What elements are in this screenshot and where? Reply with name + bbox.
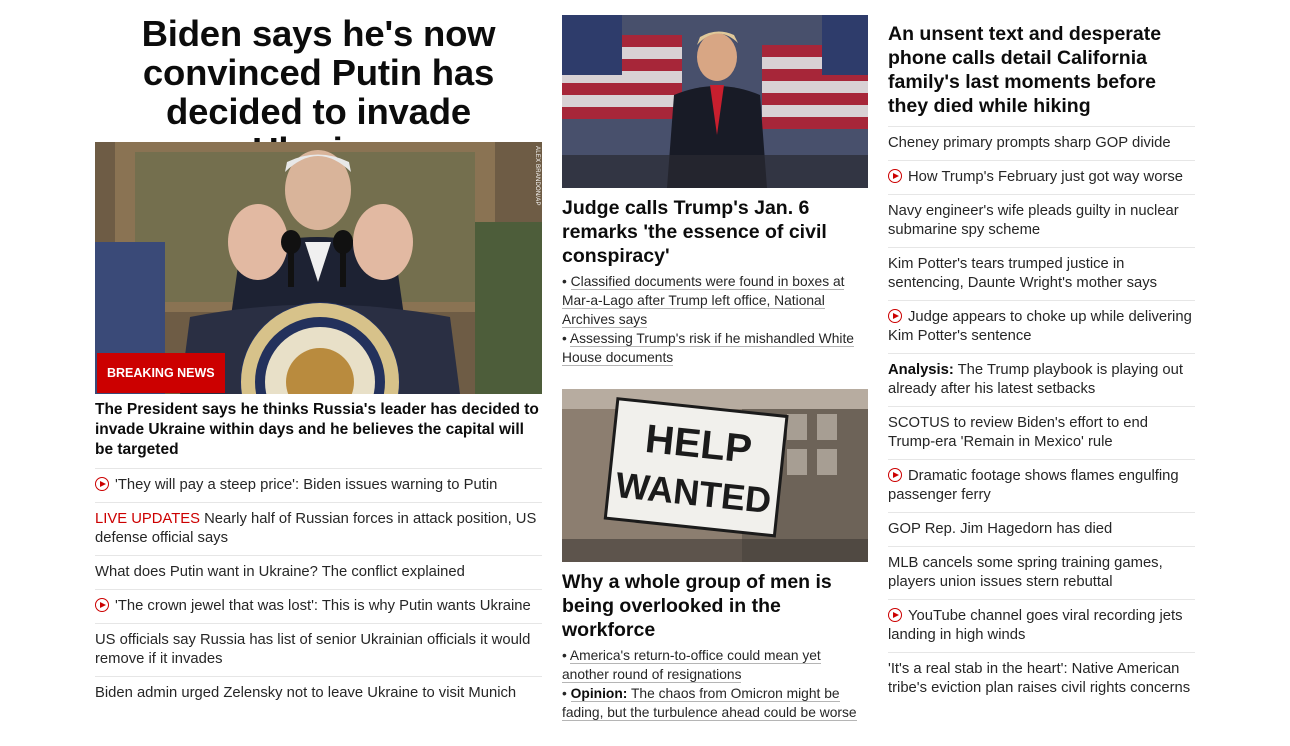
play-video-icon [95,477,109,491]
list-item-text: Navy engineer's wife pleads guilty in nu… [888,203,1179,238]
play-video-icon [95,598,109,612]
play-video-icon [888,608,902,622]
list-item-text: Cheney primary prompts sharp GOP divide [888,135,1171,151]
related-link[interactable]: Classified documents were found in boxes… [562,274,845,328]
list-item[interactable]: LIVE UPDATES Nearly half of Russian forc… [95,502,542,555]
list-item[interactable]: Kim Potter's tears trumped justice in se… [888,247,1195,300]
list-item-text: MLB cancels some spring training games, … [888,555,1163,590]
list-item[interactable]: US officials say Russia has list of seni… [95,623,542,676]
list-item-text: What does Putin want in Ukraine? The con… [95,564,465,580]
list-item[interactable]: YouTube channel goes viral recording jet… [888,599,1195,652]
list-item-text: GOP Rep. Jim Hagedorn has died [888,521,1113,537]
play-video-icon [888,468,902,482]
list-item[interactable]: SCOTUS to review Biden's effort to end T… [888,406,1195,459]
list-item[interactable]: How Trump's February just got way worse [888,160,1195,194]
related-link[interactable]: America's return-to-office could mean ye… [562,648,821,683]
list-item-text: 'The crown jewel that was lost': This is… [115,598,531,614]
list-item[interactable]: Analysis: The Trump playbook is playing … [888,353,1195,406]
list-item[interactable]: What does Putin want in Ukraine? The con… [95,555,542,589]
live-updates-label: LIVE UPDATES [95,511,200,527]
list-item[interactable]: Judge appears to choke up while deliveri… [888,300,1195,353]
list-item[interactable]: • Opinion: The chaos from Omicron might … [562,684,868,722]
workforce-story-headline[interactable]: Why a whole group of men is being overlo… [562,570,868,642]
trump-flags-photo [562,15,868,188]
play-video-icon [888,169,902,183]
list-item-text: Biden admin urged Zelensky not to leave … [95,685,517,701]
headline-list: Cheney primary prompts sharp GOP divide … [888,126,1195,705]
analysis-label: Analysis: [888,362,954,378]
list-item-text: US officials say Russia has list of seni… [95,632,531,667]
list-item-text: Kim Potter's tears trumped justice in se… [888,256,1158,291]
hiking-story-headline[interactable]: An unsent text and desperate phone calls… [888,22,1195,118]
list-item-text: 'They will pay a steep price': Biden iss… [115,477,498,493]
list-item[interactable]: 'They will pay a steep price': Biden iss… [95,468,542,502]
hero-image[interactable]: ALEX BRANDON/AP BREAKING NEWS [95,142,542,394]
list-item-text: SCOTUS to review Biden's effort to end T… [888,415,1148,450]
list-item[interactable]: 'It's a real stab in the heart': Native … [888,652,1195,705]
list-item[interactable]: GOP Rep. Jim Hagedorn has died [888,512,1195,546]
list-item-text: Dramatic footage shows flames engulfing … [888,468,1179,503]
help-wanted-photo: HELP WANTED [562,389,868,562]
related-link[interactable]: Opinion: The chaos from Omicron might be… [562,686,857,721]
workforce-related-links: • America's return-to-office could mean … [562,646,868,722]
list-item[interactable]: Biden admin urged Zelensky not to leave … [95,676,542,710]
list-item[interactable]: • Assessing Trump's risk if he mishandle… [562,329,868,367]
judge-related-links: • Classified documents were found in box… [562,272,868,367]
play-video-icon [888,309,902,323]
list-item-text: Judge appears to choke up while deliveri… [888,309,1192,344]
opinion-label: Opinion: [570,686,628,701]
trump-image[interactable] [562,15,868,188]
related-link[interactable]: Assessing Trump's risk if he mishandled … [562,331,854,366]
breaking-news-badge: BREAKING NEWS [97,353,225,393]
list-item-text: YouTube channel goes viral recording jet… [888,608,1183,643]
lead-related-list: 'They will pay a steep price': Biden iss… [95,468,542,710]
right-column: An unsent text and desperate phone calls… [888,0,1195,696]
list-item[interactable]: MLB cancels some spring training games, … [888,546,1195,599]
list-item-text: How Trump's February just got way worse [908,169,1184,185]
list-item[interactable]: 'The crown jewel that was lost': This is… [95,589,542,623]
list-item[interactable]: • America's return-to-office could mean … [562,646,868,684]
judge-story-headline[interactable]: Judge calls Trump's Jan. 6 remarks 'the … [562,196,868,268]
list-item[interactable]: Navy engineer's wife pleads guilty in nu… [888,194,1195,247]
lead-column: Biden says he's now convinced Putin has … [95,0,542,701]
list-item[interactable]: Dramatic footage shows flames engulfing … [888,459,1195,512]
help-wanted-image[interactable]: HELP WANTED [562,389,868,562]
lead-caption[interactable]: The President says he thinks Russia's le… [95,400,542,460]
photo-credit: ALEX BRANDON/AP [534,146,540,206]
list-item[interactable]: Cheney primary prompts sharp GOP divide [888,126,1195,160]
list-item[interactable]: • Classified documents were found in box… [562,272,868,329]
list-item-text: 'It's a real stab in the heart': Native … [888,661,1191,696]
